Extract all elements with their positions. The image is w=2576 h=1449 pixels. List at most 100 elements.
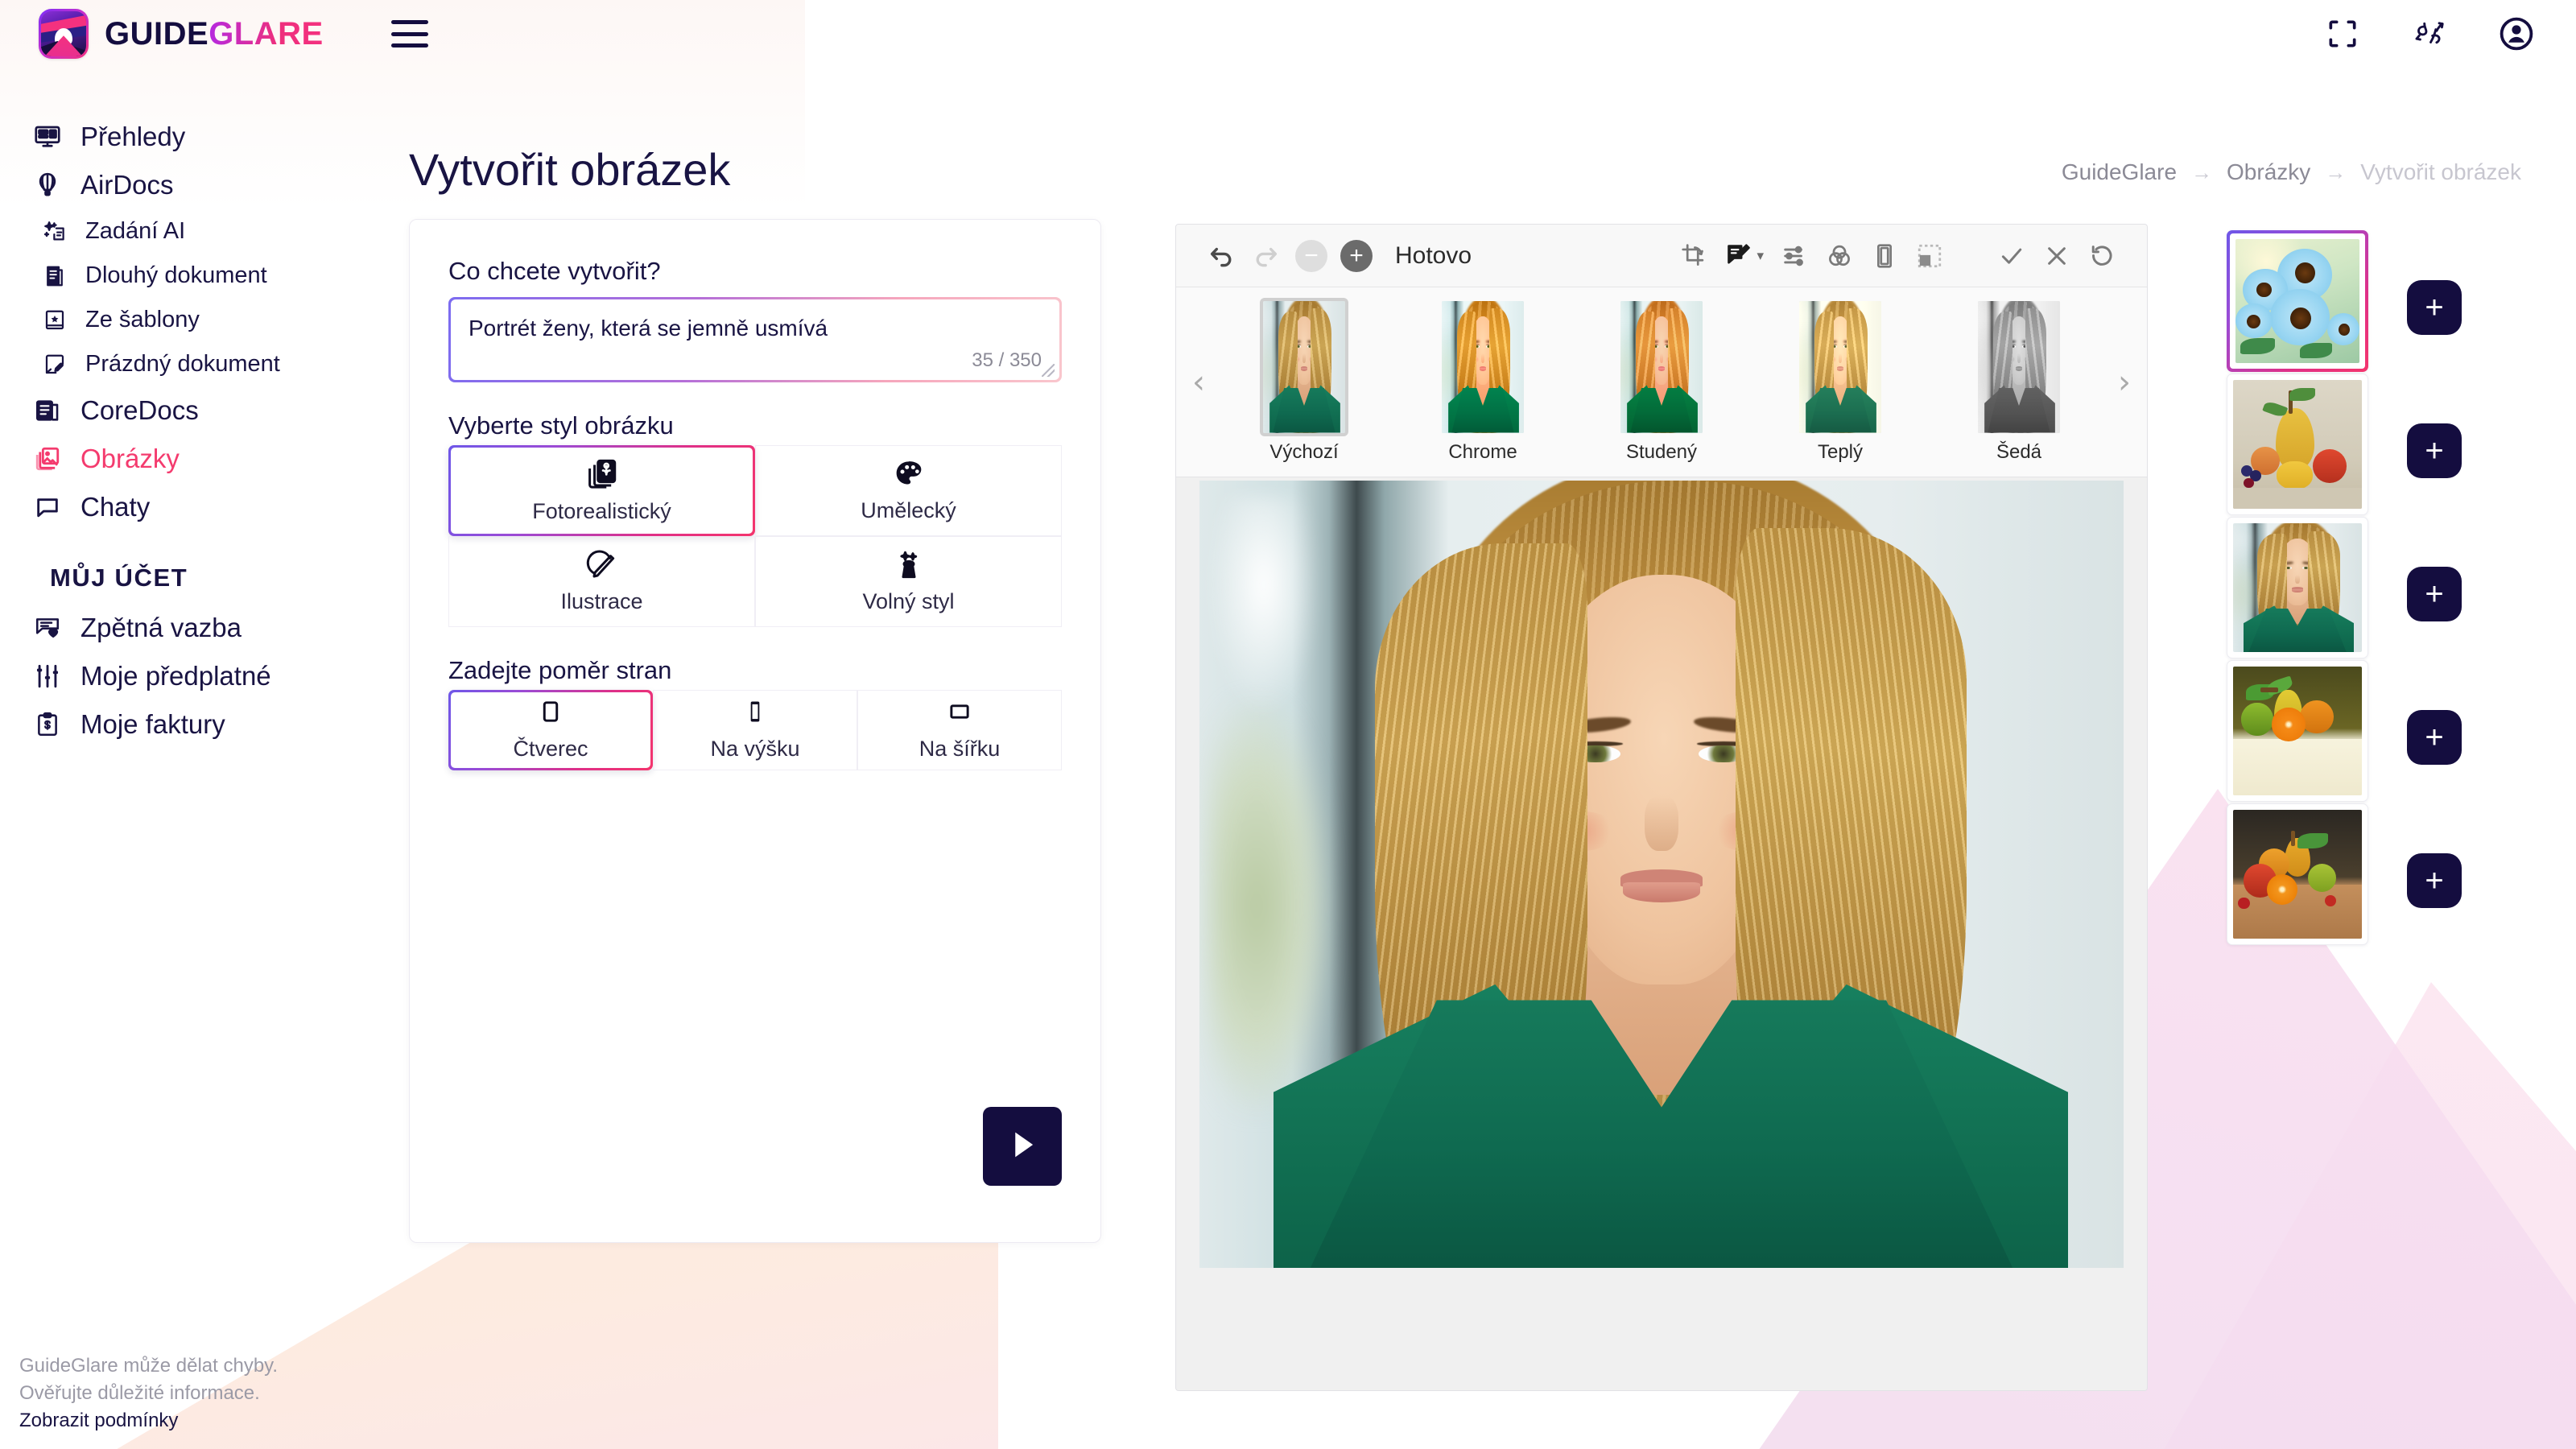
editor-done-label: Hotovo [1395, 242, 1472, 269]
gallery-item-fruit-table[interactable] [2227, 803, 2368, 945]
crop-rotate-icon[interactable] [1671, 233, 1716, 279]
gallery-item-flowers[interactable] [2227, 230, 2368, 372]
sliders-icon [32, 661, 63, 691]
markup-edit-icon[interactable] [1716, 233, 1761, 279]
sidebar-item-obrazky[interactable]: Obrázky [0, 435, 378, 483]
textarea-resize-handle[interactable] [1042, 364, 1055, 377]
gallery-item-apple-orange[interactable] [2227, 660, 2368, 802]
ratio-option-ctverec[interactable]: Čtverec [448, 690, 653, 770]
color-filter-icon[interactable] [1817, 233, 1862, 279]
sidebar-item-label: Prázdný dokument [85, 351, 280, 377]
breadcrumb-separator: → [2325, 159, 2347, 184]
plus-icon: + [2425, 863, 2444, 898]
hamburger-icon[interactable] [390, 20, 428, 47]
sidebar-item-label: Zpětná vazba [80, 613, 242, 642]
background-triangle-right-back [2109, 982, 2576, 1449]
ratio-option-na-vysku[interactable]: Na výšku [653, 690, 857, 770]
editor-main-image[interactable] [1199, 481, 2124, 1268]
user-account-icon[interactable] [2496, 13, 2537, 55]
sidebar-item-ze-sablony[interactable]: Ze šablony [0, 298, 378, 342]
sidebar-item-label: AirDocs [80, 170, 174, 200]
sidebar-item-coredocs[interactable]: CoreDocs [0, 386, 378, 435]
background-remove-icon[interactable] [1907, 233, 1952, 279]
style-option-umelecky[interactable]: Umělecký [755, 445, 1062, 536]
add-image-button-1[interactable]: + [2407, 280, 2462, 335]
filter-label: Výchozí [1269, 440, 1339, 463]
redo-arrow-icon[interactable] [1244, 233, 1289, 279]
filter-track: Výchozí Chrome Studený Teplý Šedá [1216, 297, 2107, 464]
filter-item-teply[interactable]: Teplý [1757, 300, 1923, 464]
filter-filmstrip: ‹ Výchozí Chrome Studený Teplý Šedá › [1176, 287, 2147, 477]
ratio-section-label: Zadejte poměr stran [448, 656, 672, 684]
sidebar-item-chaty[interactable]: Chaty [0, 483, 378, 531]
frame-icon[interactable] [1862, 233, 1907, 279]
style-option-ilustrace[interactable]: Ilustrace [448, 536, 755, 627]
breadcrumb-item-obrazky[interactable]: Obrázky [2227, 159, 2310, 185]
filter-item-seda[interactable]: Šedá [1936, 300, 2102, 464]
chevron-right-icon[interactable]: › [2107, 364, 2142, 401]
prompt-input-wrapper[interactable]: Portrét ženy, která se jemně usmívá 35 /… [448, 297, 1062, 382]
disclaimer-line-2: Ověřujte důležité informace. [19, 1381, 260, 1404]
page-title: Vytvořit obrázek [409, 144, 731, 195]
translate-language-icon[interactable] [2409, 13, 2450, 55]
fullscreen-icon[interactable] [2322, 13, 2363, 55]
feedback-heart-icon [32, 613, 63, 643]
sidebar-item-prazdny-dokument[interactable]: Prázdný dokument [0, 342, 378, 386]
magic-wand-sparkle-icon [893, 549, 925, 581]
sidebar-item-moje-predplatne[interactable]: Moje předplatné [0, 652, 378, 700]
breadcrumb-item-home[interactable]: GuideGlare [2062, 159, 2177, 185]
chevron-left-icon[interactable]: ‹ [1181, 364, 1216, 401]
sidebar-item-moje-faktury[interactable]: Moje faktury [0, 700, 378, 749]
sidebar-item-zadani-ai[interactable]: Zadání AI [0, 209, 378, 254]
plus-circle-icon[interactable]: + [1334, 233, 1379, 279]
chevron-down-icon[interactable]: ▾ [1757, 248, 1764, 264]
gallery-thumbnail [2233, 810, 2362, 939]
filter-item-studeny[interactable]: Studený [1579, 300, 1744, 464]
sidebar-item-prehledy[interactable]: Přehledy [0, 113, 378, 161]
filter-item-vychozi[interactable]: Výchozí [1221, 297, 1387, 464]
photo-stack-icon [585, 457, 619, 491]
sidebar-item-zpetna-vazba[interactable]: Zpětná vazba [0, 604, 378, 652]
add-image-button-4[interactable]: + [2407, 710, 2462, 765]
sidebar-navigation: Přehledy AirDocs Zadání AI Dlouhý dokume… [0, 113, 378, 749]
terms-link[interactable]: Zobrazit podmínky [19, 1407, 278, 1435]
style-option-label: Umělecký [861, 498, 956, 522]
image-editor-panel: − + Hotovo ▾ ‹ Výchozí Chrome Studený Te… [1175, 224, 2148, 1391]
add-image-button-5[interactable]: + [2407, 853, 2462, 908]
sliders-adjust-icon[interactable] [1772, 233, 1817, 279]
style-option-volny-styl[interactable]: Volný styl [755, 536, 1062, 627]
breadcrumb: GuideGlare → Obrázky → Vytvořit obrázek [2062, 159, 2521, 185]
style-options-grid: Fotorealistický Umělecký Ilustrace Volný… [448, 445, 1062, 627]
square-icon [538, 699, 564, 729]
add-image-button-3[interactable]: + [2407, 567, 2462, 621]
filter-item-chrome[interactable]: Chrome [1400, 300, 1566, 464]
sidebar-item-label: Moje předplatné [80, 661, 271, 691]
template-book-icon [42, 308, 68, 333]
app-root: GUIDEGLARE Přehledy AirDocs Zadání AI Dl… [0, 0, 2576, 1449]
undo-arrow-icon[interactable] [1199, 233, 1244, 279]
brand-logo[interactable]: GUIDEGLARE [39, 9, 324, 59]
gallery-item-pear-still-life[interactable] [2227, 374, 2368, 515]
plus-icon: + [2425, 576, 2444, 612]
minus-circle-icon[interactable]: − [1289, 233, 1334, 279]
style-option-label: Ilustrace [560, 589, 643, 613]
sidebar-item-airdocs[interactable]: AirDocs [0, 161, 378, 209]
close-x-icon[interactable] [2034, 233, 2079, 279]
style-option-fotorealisticky[interactable]: Fotorealistický [448, 445, 755, 536]
check-icon[interactable] [1989, 233, 2034, 279]
chat-bubble-icon [32, 492, 63, 522]
gallery-item-portrait[interactable] [2227, 517, 2368, 658]
ratio-options-grid: Čtverec Na výšku Na šířku [448, 690, 1062, 770]
ratio-option-na-sirku[interactable]: Na šířku [857, 690, 1062, 770]
landscape-rect-icon [947, 699, 972, 729]
reset-rotate-icon[interactable] [2079, 233, 2124, 279]
sidebar-item-label: CoreDocs [80, 395, 199, 425]
generate-image-button[interactable] [983, 1107, 1062, 1186]
editor-canvas[interactable] [1176, 477, 2147, 1390]
add-image-button-2[interactable]: + [2407, 423, 2462, 478]
sidebar-item-label: Zadání AI [85, 218, 186, 244]
pen-circle-icon [586, 549, 618, 581]
gallery-thumbnail [2235, 239, 2359, 363]
prompt-input[interactable]: Portrét ženy, která se jemně usmívá [469, 316, 1042, 341]
sidebar-item-dlouhy-dokument[interactable]: Dlouhý dokument [0, 254, 378, 298]
